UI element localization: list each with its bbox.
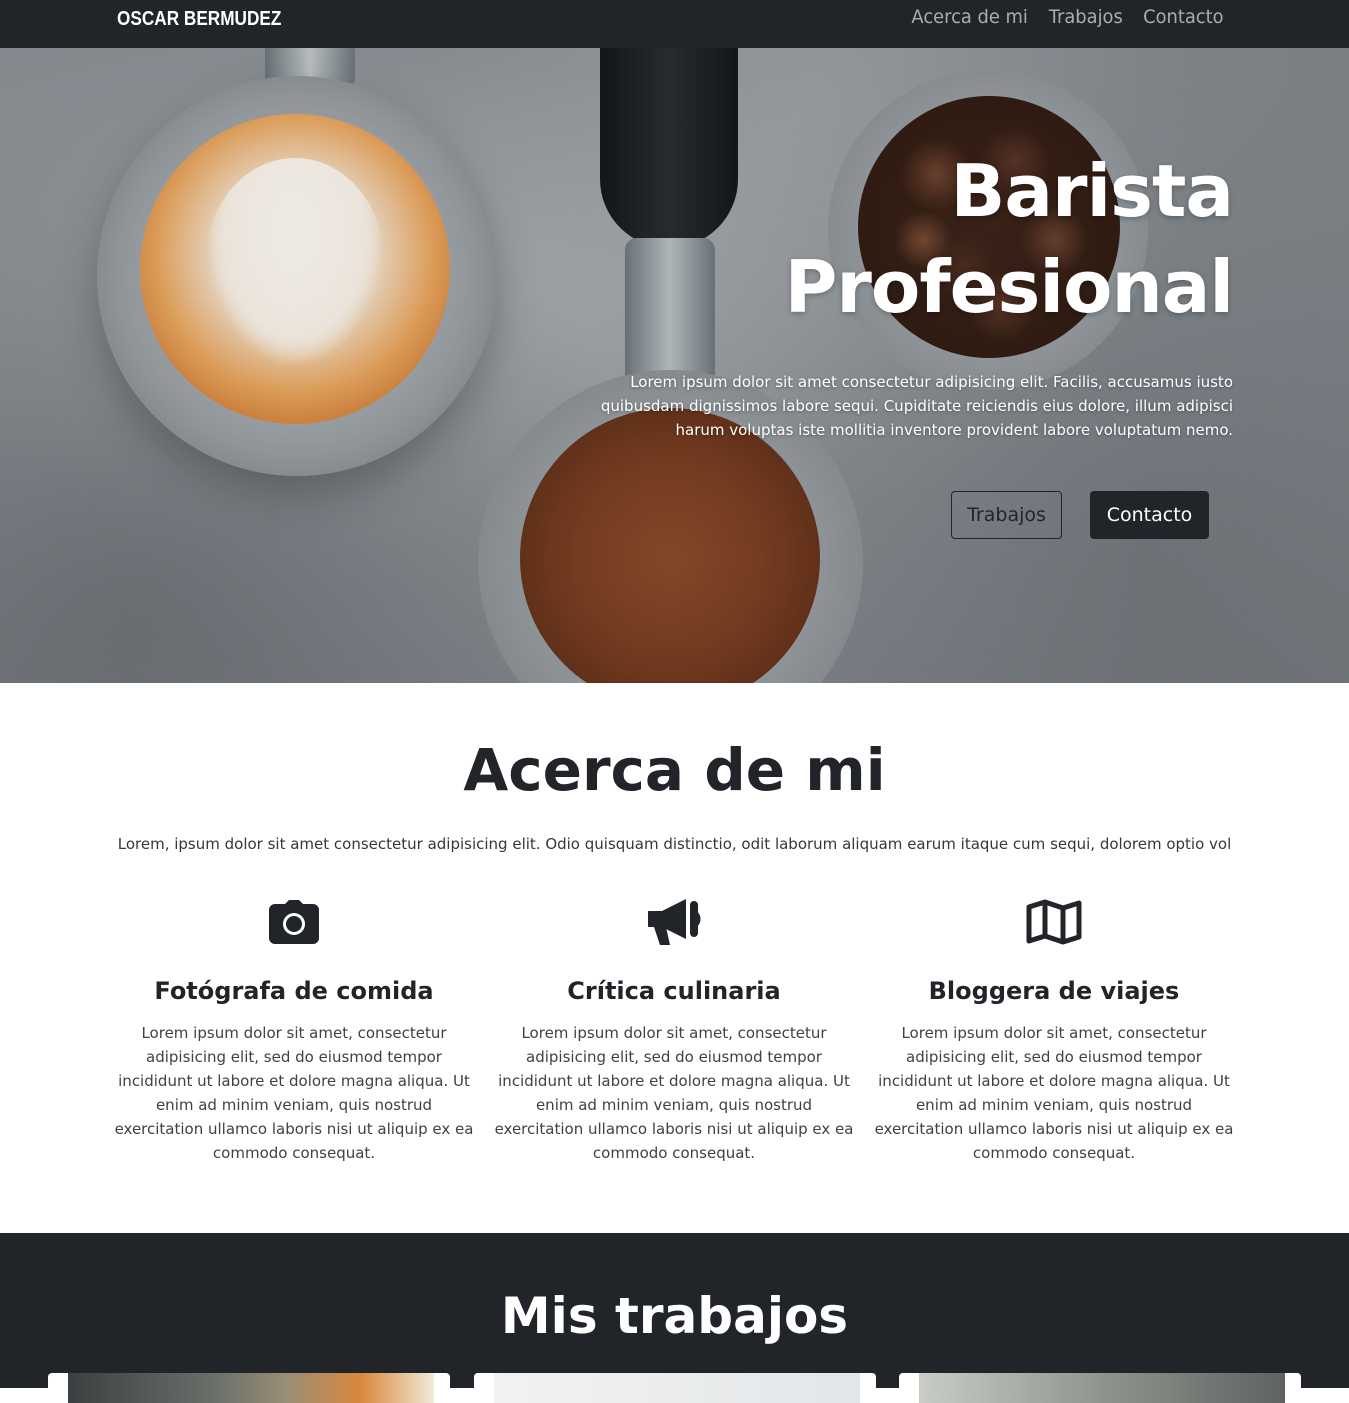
feature-title: Fotógrafa de comida <box>154 977 434 1005</box>
feature-title: Bloggera de viajes <box>928 977 1180 1005</box>
navbar: OSCAR BERMUDEZ Acerca de mi Trabajos Con… <box>0 0 1349 48</box>
feature-text: Lorem ipsum dolor sit amet, consectetur … <box>114 1024 474 1162</box>
nav-links: Acerca de mi Trabajos Contacto <box>904 6 1224 28</box>
megaphone-icon <box>494 895 854 949</box>
feature-food-photographer: Fotógrafa de comida Lorem ipsum dolor si… <box>114 895 474 1165</box>
hero-description: Lorem ipsum dolor sit amet consectetur a… <box>600 373 1233 439</box>
map-icon <box>874 895 1234 949</box>
work-image <box>68 1373 434 1403</box>
nav-link-acerca[interactable]: Acerca de mi <box>911 6 1027 28</box>
feature-text: Lorem ipsum dolor sit amet, consectetur … <box>494 1024 854 1162</box>
feature-title: Crítica culinaria <box>567 977 781 1005</box>
brand-logo[interactable]: OSCAR BERMUDEZ <box>117 8 281 31</box>
works-button[interactable]: Trabajos <box>951 491 1062 539</box>
hero-section: Barista Profesional Lorem ipsum dolor sit… <box>0 48 1349 683</box>
nav-link-contacto[interactable]: Contacto <box>1144 6 1224 28</box>
feature-text: Lorem ipsum dolor sit amet, consectetur … <box>874 1024 1234 1162</box>
work-card[interactable] <box>48 1373 450 1403</box>
work-image <box>919 1373 1285 1403</box>
feature-food-critic: Crítica culinaria Lorem ipsum dolor sit … <box>494 895 854 1165</box>
camera-icon <box>114 895 474 949</box>
contact-button[interactable]: Contacto <box>1090 491 1209 539</box>
work-card[interactable] <box>474 1373 876 1403</box>
feature-travel-blogger: Bloggera de viajes Lorem ipsum dolor sit… <box>874 895 1234 1165</box>
nav-link-trabajos[interactable]: Trabajos <box>1048 6 1122 28</box>
works-section: Mis trabajos <box>0 1233 1349 1403</box>
work-card[interactable] <box>899 1373 1301 1403</box>
about-lead: Lorem, ipsum dolor sit amet consectetur … <box>117 835 1232 853</box>
hero-title: Barista Profesional <box>784 149 1234 329</box>
work-image <box>494 1373 860 1403</box>
about-title: Acerca de mi <box>463 736 886 804</box>
works-title: Mis trabajos <box>500 1287 849 1345</box>
